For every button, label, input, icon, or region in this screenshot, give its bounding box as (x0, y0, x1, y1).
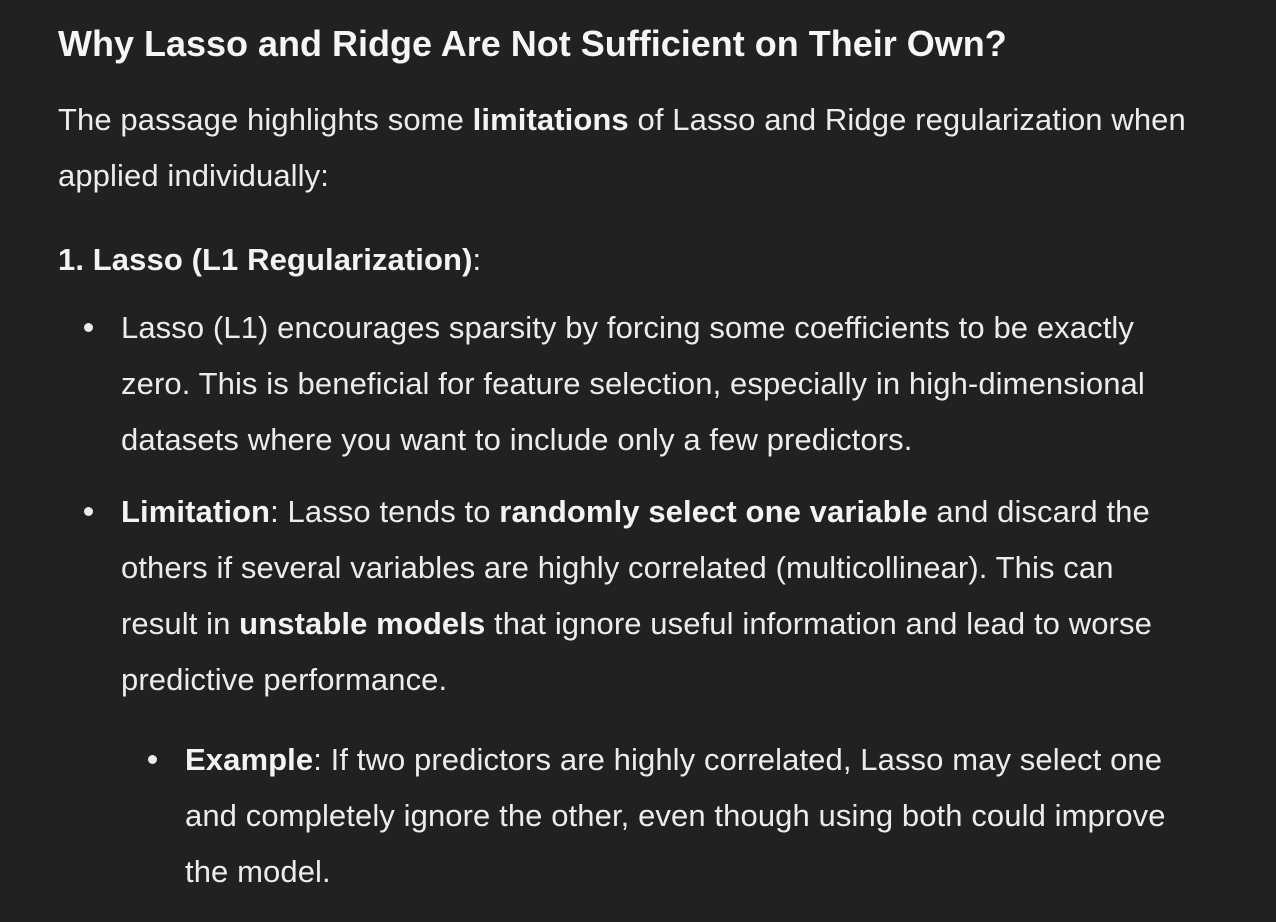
bullet2-text: that ignore useful information and lead … (485, 606, 1152, 641)
bullet2-line-1: Limitation: Lasso tends to randomly sele… (121, 484, 1150, 540)
bullet2-line-3: result in unstable models that ignore us… (121, 596, 1152, 652)
response-content: Why Lasso and Ridge Are Not Sufficient o… (0, 0, 1276, 922)
bullet2-text: result in (121, 606, 240, 641)
section-heading: Why Lasso and Ridge Are Not Sufficient o… (58, 23, 1007, 64)
intro-line-1: The passage highlights some limitations … (58, 92, 1186, 148)
intro-text: The passage highlights some (58, 102, 473, 137)
subbullet-text: : If two predictors are highly correlate… (313, 742, 1163, 777)
numbered-heading-colon: : (472, 242, 482, 277)
bullet-dot (84, 507, 93, 516)
bold-randomly-select: randomly select one variable (499, 494, 928, 529)
bullet2-text: and discard the (927, 494, 1150, 529)
sub-bullet-dot (148, 755, 157, 764)
bullet1-line-1: Lasso (L1) encourages sparsity by forcin… (121, 310, 1135, 345)
intro-text: of Lasso and Ridge regularization when (628, 102, 1186, 137)
bullet2-line-4: predictive performance. (121, 662, 448, 697)
subbullet-line-3: the model. (185, 854, 331, 889)
bullet1-line-3: datasets where you want to include only … (121, 422, 913, 457)
bullet1-line-2: zero. This is beneficial for feature sel… (121, 366, 1145, 401)
bullet-dot (84, 323, 93, 332)
bold-example: Example (185, 742, 314, 777)
subbullet-line-1: Example: If two predictors are highly co… (185, 732, 1162, 788)
numbered-heading-bold: 1. Lasso (L1 Regularization) (58, 242, 473, 277)
numbered-heading: 1. Lasso (L1 Regularization): (58, 232, 481, 288)
subbullet-line-2: and completely ignore the other, even th… (185, 798, 1166, 833)
bullet2-text: : Lasso tends to (270, 494, 500, 529)
bullet2-line-2: others if several variables are highly c… (121, 550, 1114, 585)
intro-line-2: applied individually: (58, 158, 329, 193)
bold-limitation: Limitation (121, 494, 271, 529)
intro-bold-limitations: limitations (472, 102, 629, 137)
bold-unstable-models: unstable models (239, 606, 486, 641)
